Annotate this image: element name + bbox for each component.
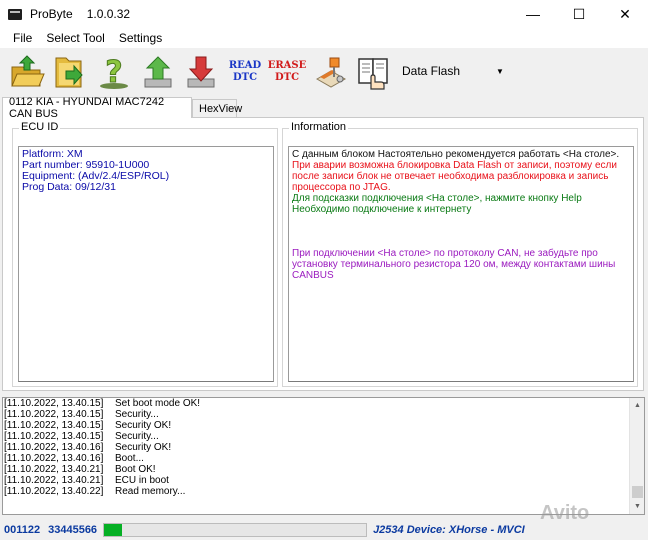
erase-dtc-label-1: ERASE	[267, 60, 307, 71]
read-dtc-label-2: DTC	[232, 72, 258, 83]
ecu-id-title: ECU ID	[19, 121, 61, 133]
erase-dtc-button[interactable]: ERASE DTC	[267, 52, 307, 92]
log-row: [11.10.2022, 13.40.15] Security...	[3, 431, 644, 442]
manual-button[interactable]	[355, 52, 393, 92]
info-text-green: Для подсказки подключения <На столе>, на…	[292, 193, 582, 215]
log-list: [11.10.2022, 13.40.15] Set boot mode OK![…	[3, 398, 644, 497]
information-group: Information С данным блоком Настоятельно…	[282, 121, 638, 387]
status-number: 33445566	[48, 524, 98, 536]
log-message: Boot...	[115, 453, 144, 464]
open-folder-button[interactable]	[8, 52, 46, 92]
download-arrow-icon	[187, 56, 215, 88]
probyte-window: ProByte 1.0.0.32 — ☐ ✕ File Select Tool …	[0, 0, 648, 540]
menu-bar: File Select Tool Settings	[0, 28, 648, 48]
memory-select[interactable]: Data Flash ▼	[397, 61, 507, 81]
scroll-down-icon[interactable]: ▼	[630, 499, 644, 514]
ecu-id-group: ECU ID Platform: XM Part number: 95910-1…	[12, 121, 278, 387]
ecu-prog-data: Prog Data: 09/12/31	[22, 181, 116, 193]
log-message: Security...	[115, 409, 159, 420]
log-row: [11.10.2022, 13.40.21] ECU in boot	[3, 475, 644, 486]
info-text-red: При аварии возможна блокировка Data Flas…	[292, 160, 617, 193]
menu-settings[interactable]: Settings	[112, 31, 169, 45]
log-timestamp: [11.10.2022, 13.40.16]	[4, 442, 104, 453]
close-button[interactable]: ✕	[602, 0, 648, 28]
info-text-black: С данным блоком Настоятельно рекомендует…	[292, 149, 620, 160]
open-folder-icon	[11, 55, 45, 87]
tab-strip: 0112 KIA - HYUNDAI MAC7242 CAN BUS HexVi…	[0, 96, 648, 120]
maximize-button[interactable]: ☐	[556, 0, 602, 28]
download-button[interactable]	[182, 52, 220, 92]
log-timestamp: [11.10.2022, 13.40.22]	[4, 486, 104, 497]
app-title: ProByte	[30, 7, 73, 21]
status-code: 001122	[4, 524, 41, 536]
folder-arrow-icon	[55, 57, 83, 88]
log-row: [11.10.2022, 13.40.21] Boot OK!	[3, 464, 644, 475]
log-timestamp: [11.10.2022, 13.40.21]	[4, 464, 104, 475]
log-timestamp: [11.10.2022, 13.40.15]	[4, 398, 104, 409]
tab-panel: ECU ID Platform: XM Part number: 95910-1…	[2, 117, 644, 391]
log-panel[interactable]: [11.10.2022, 13.40.15] Set boot mode OK![…	[2, 397, 645, 515]
erase-dtc-label-2: DTC	[274, 72, 300, 83]
information-title: Information	[289, 121, 349, 133]
tab-ecu-module[interactable]: 0112 KIA - HYUNDAI MAC7242 CAN BUS	[2, 96, 192, 120]
log-message: Read memory...	[115, 486, 186, 497]
title-bar: ProByte 1.0.0.32 — ☐ ✕	[0, 0, 648, 28]
read-dtc-button[interactable]: READ DTC	[226, 52, 264, 92]
menu-file[interactable]: File	[6, 31, 39, 45]
help-button[interactable]: ?	[95, 52, 133, 92]
log-row: [11.10.2022, 13.40.15] Security OK!	[3, 420, 644, 431]
tools-button[interactable]	[312, 52, 350, 92]
window-controls: — ☐ ✕	[510, 0, 648, 28]
log-row: [11.10.2022, 13.40.22] Read memory...	[3, 486, 644, 497]
information-textbox[interactable]: С данным блоком Настоятельно рекомендует…	[288, 146, 634, 382]
log-message: ECU in boot	[115, 475, 169, 486]
log-timestamp: [11.10.2022, 13.40.15]	[4, 409, 104, 420]
scroll-thumb[interactable]	[632, 486, 643, 498]
scroll-up-icon[interactable]: ▲	[630, 398, 644, 413]
menu-select-tool[interactable]: Select Tool	[39, 31, 111, 45]
memory-select-value: Data Flash	[402, 64, 461, 78]
minimize-button[interactable]: —	[510, 0, 556, 28]
log-message: Security...	[115, 431, 159, 442]
log-message: Set boot mode OK!	[115, 398, 201, 409]
svg-text:?: ?	[105, 55, 122, 90]
upload-arrow-icon	[144, 56, 172, 88]
help-question-icon: ?	[100, 55, 128, 91]
log-timestamp: [11.10.2022, 13.40.15]	[4, 420, 104, 431]
log-timestamp: [11.10.2022, 13.40.15]	[4, 431, 104, 442]
log-row: [11.10.2022, 13.40.15] Set boot mode OK!	[3, 398, 644, 409]
app-icon	[8, 8, 22, 20]
log-message: Boot OK!	[115, 464, 156, 475]
log-timestamp: [11.10.2022, 13.40.21]	[4, 475, 104, 486]
progress-bar	[103, 523, 368, 537]
save-folder-button[interactable]	[50, 52, 88, 92]
device-label: J2534 Device: XHorse - MVCI	[373, 524, 525, 536]
ecu-id-textbox[interactable]: Platform: XM Part number: 95910-1U000 Eq…	[18, 146, 274, 382]
log-scrollbar[interactable]: ▲ ▼	[629, 398, 644, 514]
avito-watermark: Avito	[540, 502, 590, 524]
log-timestamp: [11.10.2022, 13.40.16]	[4, 453, 104, 464]
app-version: 1.0.0.32	[86, 7, 131, 21]
read-dtc-label-1: READ	[228, 60, 262, 71]
manual-hand-icon	[358, 58, 388, 90]
tab-hexview[interactable]: HexView	[192, 99, 242, 117]
chevron-down-icon[interactable]: ▼	[493, 67, 507, 76]
upload-button[interactable]	[139, 52, 177, 92]
log-row: [11.10.2022, 13.40.16] Security OK!	[3, 442, 644, 453]
log-message: Security OK!	[115, 442, 172, 453]
log-row: [11.10.2022, 13.40.15] Security...	[3, 409, 644, 420]
info-text-purple: При подключении <На столе> по протоколу …	[292, 248, 616, 281]
log-row: [11.10.2022, 13.40.16] Boot...	[3, 453, 644, 464]
tools-icon	[315, 57, 347, 88]
log-message: Security OK!	[115, 420, 172, 431]
toolbar: ? READ DTC ERASE DTC	[0, 48, 648, 96]
progress-fill	[104, 524, 123, 536]
